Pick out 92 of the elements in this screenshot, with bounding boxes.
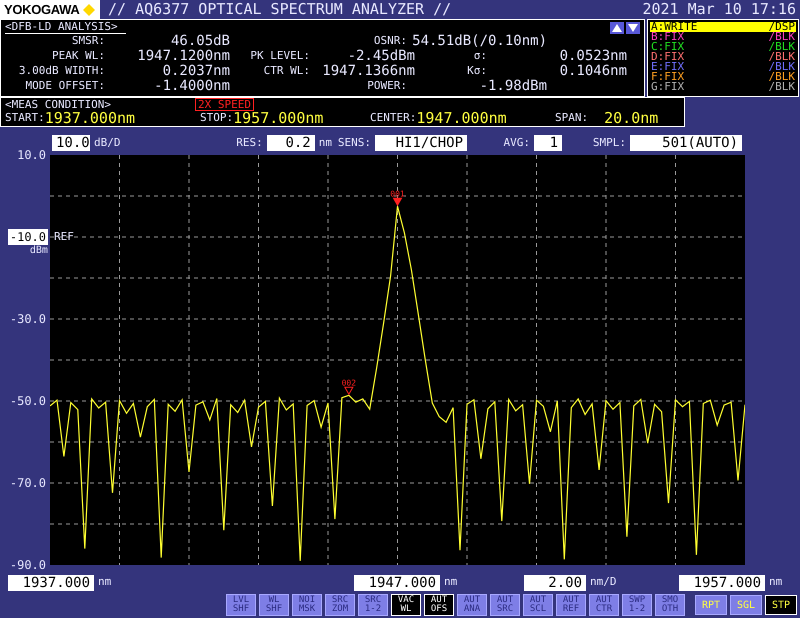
soft-key[interactable]: AUT ANA <box>457 594 487 616</box>
field-label: MODE OFFSET: <box>24 78 105 94</box>
field-label: PEAK WL: <box>51 48 105 64</box>
field-label: START: <box>5 110 45 126</box>
setting-label: AVG: <box>504 134 530 151</box>
y-tick-label: -70.0 <box>10 475 46 491</box>
up-arrow-icon[interactable] <box>610 22 624 34</box>
axis-value: 2.00 <box>524 574 586 590</box>
setting-value: 0.2 <box>266 135 315 151</box>
trace-item[interactable]: G:FIX /BLK <box>650 82 796 92</box>
field-value: 0.1046nm <box>558 64 627 79</box>
setting-label: RES: <box>236 134 263 151</box>
field-label: SMSR: <box>70 33 105 50</box>
down-arrow-icon[interactable] <box>626 22 640 34</box>
setting-value: 10.0 <box>52 135 90 151</box>
soft-key[interactable]: SMO OTH <box>655 594 685 616</box>
axis-value: 1937.000 <box>8 574 94 590</box>
soft-key[interactable]: AUT OFS <box>424 594 454 616</box>
field-label: SPAN: <box>555 110 588 126</box>
soft-key[interactable]: WL SHF <box>259 594 289 616</box>
soft-key[interactable]: SRC 1-2 <box>358 594 388 616</box>
setting-value: 1 <box>534 135 562 151</box>
setting-value: 501(AUTO) <box>630 135 742 151</box>
soft-key[interactable]: VAC WL <box>391 594 421 616</box>
panel-title: <DFB-LD ANALYSIS> <box>5 20 126 34</box>
unit-label: nm/D <box>590 574 616 590</box>
field-label: POWER: <box>366 78 407 94</box>
soft-key[interactable]: NOI MSK <box>292 594 322 616</box>
setting-value: HI1/CHOP <box>375 135 467 151</box>
field-value: 20.0nm <box>604 111 658 126</box>
logo: YOKOGAWA <box>0 0 100 19</box>
field-label: STOP: <box>200 110 234 126</box>
field-label: σ: <box>472 48 487 64</box>
field-label: Kσ: <box>466 63 487 79</box>
soft-key[interactable]: LVL SHF <box>226 594 256 616</box>
ref-level: -10.0 <box>8 229 48 245</box>
unit-label: nm <box>769 574 782 590</box>
soft-key[interactable]: SRC ZOM <box>325 594 355 616</box>
axis-value: 1957.000 <box>679 574 765 590</box>
axis-value: 1947.000 <box>354 574 440 590</box>
field-label: CENTER: <box>370 110 416 126</box>
soft-key[interactable]: AUT CTR <box>589 594 619 616</box>
field-value: 1947.1200nm <box>136 49 230 64</box>
trace-item[interactable]: E:FIX /BLK <box>650 62 796 72</box>
run-key[interactable]: STP <box>765 595 797 615</box>
soft-key[interactable]: AUT REF <box>556 594 586 616</box>
field-value: 1947.1366nm <box>321 64 415 79</box>
run-key[interactable]: SGL <box>730 595 762 615</box>
unit-label: nm <box>318 134 332 151</box>
run-key[interactable]: RPT <box>695 595 727 615</box>
y-tick-label: 10.0 <box>17 147 46 163</box>
field-label: PK LEVEL: <box>249 48 310 64</box>
field-value: 54.51dB(/0.10nm) <box>411 34 547 49</box>
unit-label: nm <box>444 574 458 590</box>
marker-icon <box>344 386 354 396</box>
date-time: 2021 Mar 10 17:16 <box>642 0 796 20</box>
field-label: 3.00dB WIDTH: <box>18 63 105 80</box>
field-value: -1.98dBm <box>478 79 547 94</box>
unit-label: dBm <box>30 245 48 256</box>
y-tick-label: -30.0 <box>10 311 46 327</box>
setting-label: SENS: <box>338 134 371 151</box>
setting-label: SMPL: <box>592 134 626 151</box>
field-value: 0.2037nm <box>162 64 230 79</box>
trace-item[interactable]: B:FIX /BLK <box>650 32 796 42</box>
marker-label: 002 <box>342 378 356 388</box>
field-value: 0.0523nm <box>558 49 627 64</box>
field-value: 46.05dB <box>170 34 230 49</box>
trace-item[interactable]: A:WRITE /DSP <box>650 22 796 32</box>
unit-label: dB/D <box>94 134 120 151</box>
diamond-icon <box>83 4 96 16</box>
marker-icon <box>392 198 402 206</box>
marker-label: 001 <box>390 189 405 198</box>
field-label: OSNR: <box>372 33 407 49</box>
trace-item[interactable]: D:FIX /BLK <box>650 52 796 62</box>
unit-label: nm <box>98 574 112 590</box>
trace-item[interactable]: F:FIX /BLK <box>650 72 796 82</box>
y-tick-label: -90.0 <box>10 557 46 573</box>
y-tick-label: -50.0 <box>10 393 46 409</box>
panel-title: <MEAS CONDITION> <box>5 98 112 111</box>
field-value: 1937.000nm <box>44 111 136 126</box>
field-value: -2.45dBm <box>346 49 415 64</box>
field-value: 1947.000nm <box>416 111 507 126</box>
speed-badge: 2X SPEED <box>195 98 254 111</box>
trace-item[interactable]: C:FIX /BLK <box>650 42 796 52</box>
ref-tag: REF <box>54 229 74 245</box>
field-value: 1957.000nm <box>233 111 324 126</box>
soft-key[interactable]: SWP 1-2 <box>622 594 652 616</box>
window-title: // AQ6377 OPTICAL SPECTRUM ANALYZER // <box>108 0 452 20</box>
soft-key[interactable]: AUT SRC <box>490 594 520 616</box>
field-value: -1.4000nm <box>153 79 230 94</box>
field-label: CTR WL: <box>262 63 310 80</box>
soft-key[interactable]: AUT SCL <box>523 594 553 616</box>
